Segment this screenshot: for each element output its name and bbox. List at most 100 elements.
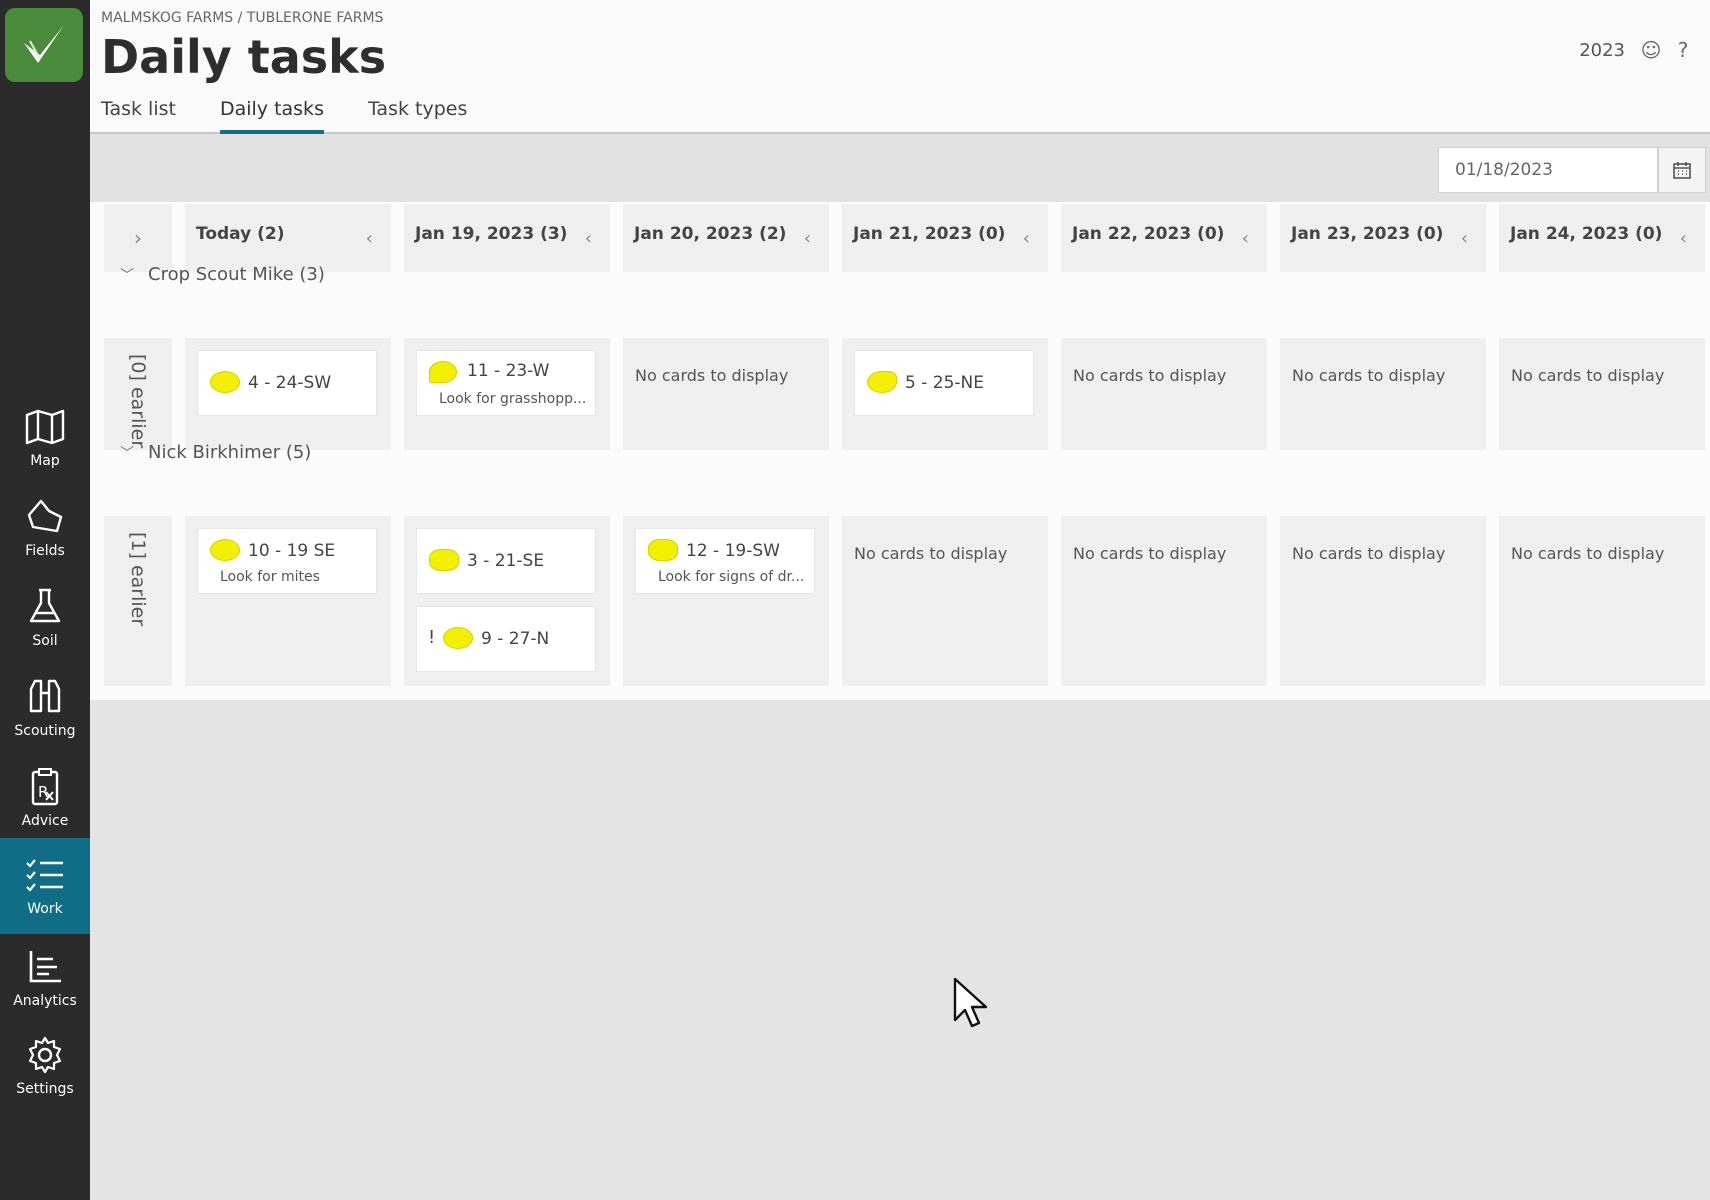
task-card[interactable]: 12 - 19-SW Look for signs of dr... (635, 528, 815, 594)
date-input[interactable] (1438, 147, 1658, 193)
chevron-right-icon[interactable]: › (104, 204, 172, 272)
task-title: 3 - 21-SE (467, 551, 545, 571)
nav-work[interactable]: Work (0, 838, 90, 934)
feedback-smiley-icon[interactable]: ☺ (1638, 37, 1664, 63)
task-description: Look for grasshopp... (439, 391, 587, 407)
group-name: Nick Birkhimer (5) (148, 442, 312, 463)
help-icon[interactable]: ? (1670, 37, 1696, 63)
chevron-down-icon: ﹀ (120, 267, 134, 284)
earlier-tasks[interactable]: [1] earlier (104, 516, 172, 686)
task-description: Look for mites (220, 569, 320, 585)
group-header[interactable]: ﹀ Nick Birkhimer (5) (120, 442, 311, 463)
column-label: Jan 19, 2023 (3) (415, 224, 568, 244)
nav-map[interactable]: Map (0, 390, 90, 486)
column-header: Jan 20, 2023 (2) ‹ (623, 204, 829, 272)
column-label: Jan 21, 2023 (0) (853, 224, 1006, 244)
chevron-left-icon[interactable]: ‹ (1680, 228, 1687, 249)
column-label: Today (2) (196, 224, 285, 244)
tab-bar: Task list Daily tasks Task types (101, 98, 511, 134)
nav-soil[interactable]: Soil (0, 570, 90, 666)
empty-message: No cards to display (635, 366, 789, 385)
earlier-tasks[interactable]: [0] earlier (104, 338, 172, 450)
calendar-button[interactable] (1658, 147, 1706, 193)
chevron-left-icon[interactable]: ‹ (366, 228, 373, 249)
field-shape-icon (443, 627, 473, 649)
task-title: 9 - 27-N (481, 629, 550, 649)
task-card[interactable]: ! 9 - 27-N (416, 606, 596, 672)
tab-task-list[interactable]: Task list (101, 98, 176, 134)
map-icon (25, 409, 65, 445)
nav-analytics-label: Analytics (13, 993, 77, 1009)
nav-advice[interactable]: R Advice (0, 750, 90, 846)
group-header[interactable]: ﹀ Crop Scout Mike (3) (120, 264, 325, 285)
leaf-check-icon (24, 25, 64, 63)
day-cell: No cards to display (623, 338, 829, 450)
task-card[interactable]: 10 - 19 SE Look for mites (197, 528, 377, 594)
nav-work-label: Work (27, 901, 63, 917)
field-shape-icon (648, 539, 678, 561)
nav-map-label: Map (30, 453, 60, 469)
nav-settings-label: Settings (16, 1081, 74, 1097)
field-shape-icon (27, 499, 63, 533)
flask-icon (29, 588, 61, 623)
day-cell: 10 - 19 SE Look for mites (185, 516, 391, 686)
field-shape-icon (210, 371, 240, 393)
nav-analytics[interactable]: Analytics (0, 930, 90, 1026)
app-logo[interactable] (5, 8, 83, 82)
column-header: Jan 22, 2023 (0) ‹ (1061, 204, 1267, 272)
task-card[interactable]: 4 - 24-SW (197, 350, 377, 416)
year-selector[interactable]: 2023 (1579, 40, 1625, 61)
nav-advice-label: Advice (21, 813, 69, 829)
day-cell: No cards to display (1280, 338, 1486, 450)
column-header: Jan 24, 2023 (0) ‹ (1499, 204, 1705, 272)
bar-chart-icon (29, 951, 61, 983)
nav-scouting-label: Scouting (14, 723, 76, 739)
daily-board: › Today (2) ‹ Jan 19, 2023 (3) ‹ Jan 20,… (90, 202, 1710, 700)
task-card[interactable]: 5 - 25-NE (854, 350, 1034, 416)
sidebar: Map Fields Soil Scouting R Advice Work A… (0, 0, 90, 1200)
field-shape-icon (429, 549, 459, 571)
task-title: 12 - 19-SW (686, 541, 780, 561)
chevron-left-icon[interactable]: ‹ (585, 228, 592, 249)
group-name: Crop Scout Mike (3) (148, 264, 325, 285)
chevron-left-icon[interactable]: ‹ (804, 228, 811, 249)
nav-fields-label: Fields (25, 543, 65, 559)
day-cell: 5 - 25-NE (842, 338, 1048, 450)
tab-task-types[interactable]: Task types (368, 98, 467, 134)
page-header: MALMSKOG FARMS / TUBLERONE FARMS Daily t… (90, 0, 1710, 134)
task-card[interactable]: 11 - 23-W Look for grasshopp... (416, 350, 596, 416)
day-cell: No cards to display (1499, 338, 1705, 450)
column-header: Jan 21, 2023 (0) ‹ (842, 204, 1048, 272)
task-title: 10 - 19 SE (248, 541, 336, 561)
nav-fields[interactable]: Fields (0, 480, 90, 576)
column-label: Jan 23, 2023 (0) (1291, 224, 1444, 244)
day-cell: 4 - 24-SW (185, 338, 391, 450)
tab-daily-tasks[interactable]: Daily tasks (219, 98, 324, 134)
column-header: Jan 23, 2023 (0) ‹ (1280, 204, 1486, 272)
nav-settings[interactable]: Settings (0, 1018, 90, 1114)
field-shape-icon (210, 539, 240, 561)
task-title: 11 - 23-W (467, 361, 550, 381)
nav-scouting[interactable]: Scouting (0, 660, 90, 756)
empty-message: No cards to display (1511, 544, 1665, 563)
prescription-clipboard-icon: R (31, 768, 59, 806)
empty-message: No cards to display (854, 544, 1008, 563)
chevron-left-icon[interactable]: ‹ (1023, 228, 1030, 249)
column-label: Jan 24, 2023 (0) (1510, 224, 1663, 244)
task-card[interactable]: 3 - 21-SE (416, 528, 596, 594)
day-cell: 12 - 19-SW Look for signs of dr... (623, 516, 829, 686)
field-shape-icon (867, 371, 897, 393)
mouse-pointer-icon (953, 977, 988, 1028)
day-cell: No cards to display (1280, 516, 1486, 686)
day-cell: 11 - 23-W Look for grasshopp... (404, 338, 610, 450)
task-description: Look for signs of dr... (658, 569, 805, 585)
gear-icon (28, 1036, 62, 1074)
field-shape-icon (429, 361, 457, 383)
priority-flag: ! (428, 627, 436, 648)
chevron-left-icon[interactable]: ‹ (1461, 228, 1468, 249)
chevron-left-icon[interactable]: ‹ (1242, 228, 1249, 249)
task-title: 4 - 24-SW (248, 373, 332, 393)
empty-message: No cards to display (1292, 544, 1446, 563)
breadcrumb[interactable]: MALMSKOG FARMS / TUBLERONE FARMS (101, 10, 383, 26)
nav-soil-label: Soil (32, 633, 58, 649)
